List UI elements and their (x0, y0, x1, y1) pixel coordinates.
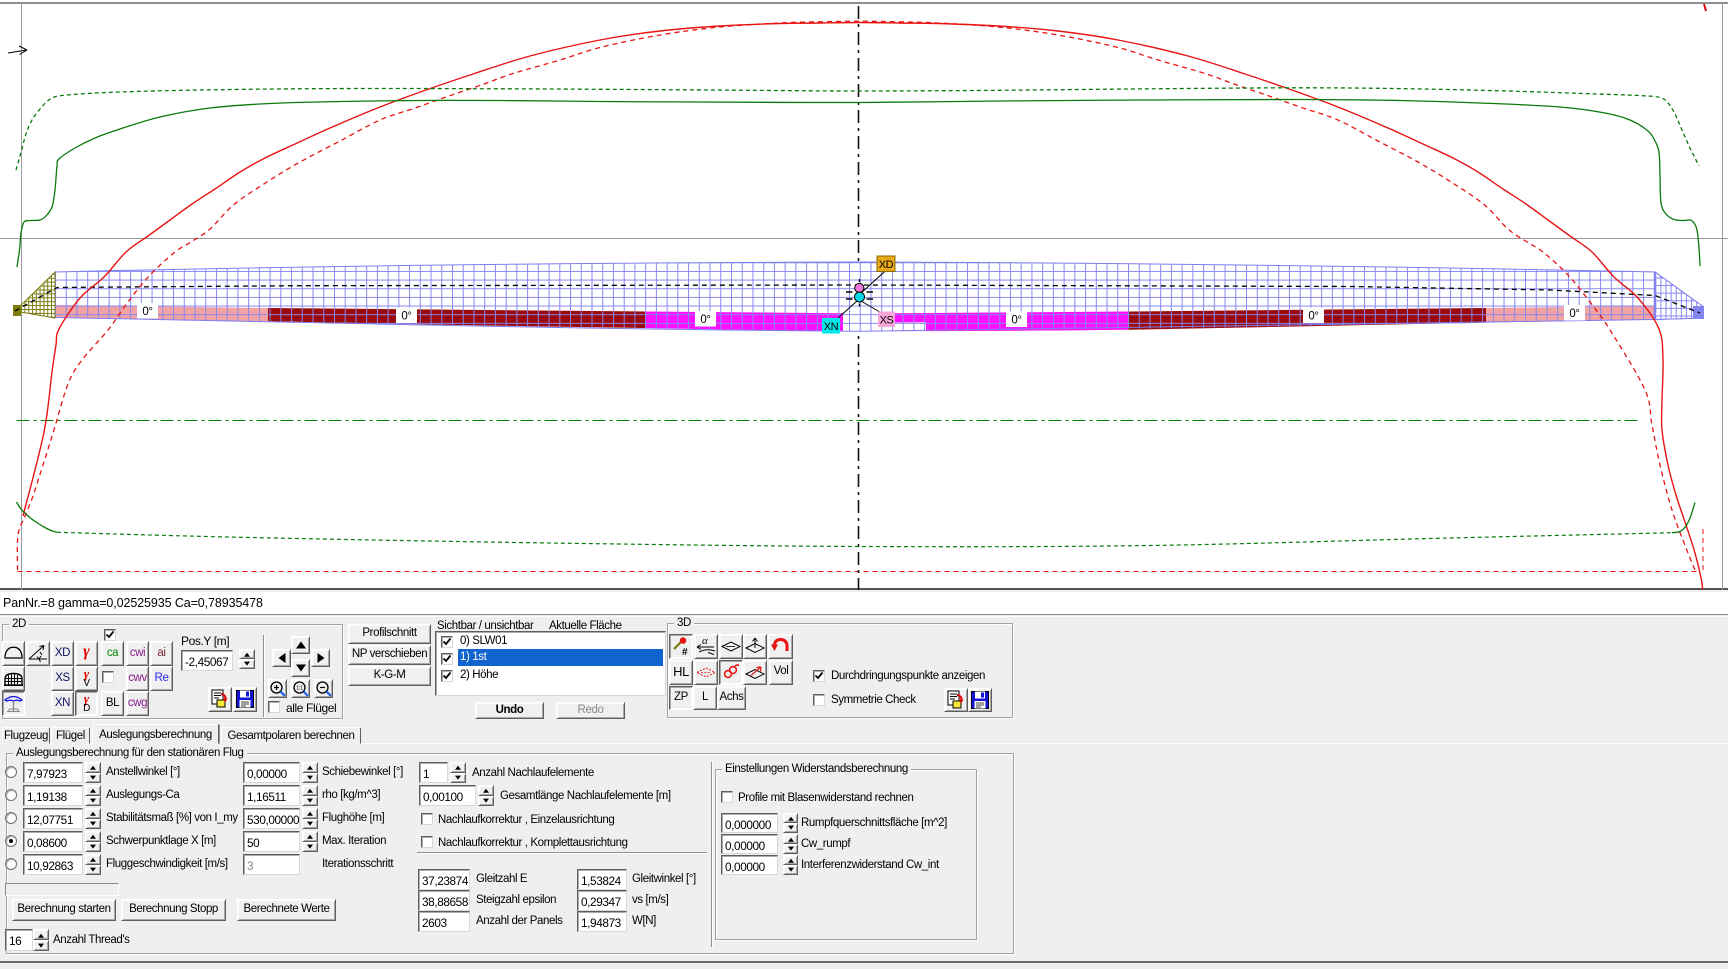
svg-text:XS: XS (880, 315, 894, 327)
svg-text:#: # (682, 647, 688, 657)
svg-text:0°: 0° (142, 306, 152, 318)
svg-text:XD: XD (879, 259, 894, 271)
svg-text:0°: 0° (1308, 311, 1318, 323)
svg-text:0°: 0° (1011, 315, 1021, 327)
svg-text:XN: XN (824, 321, 839, 333)
svg-text:0°: 0° (401, 311, 411, 323)
svg-text:1:1: 1:1 (296, 686, 303, 692)
svg-text:0°: 0° (1569, 308, 1579, 320)
svg-text:α: α (702, 635, 708, 647)
svg-text:0°: 0° (700, 314, 710, 326)
